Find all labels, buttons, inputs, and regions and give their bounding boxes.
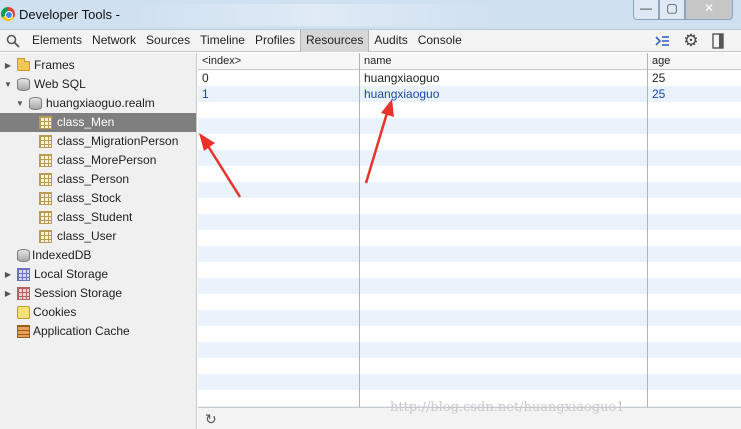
table-icon xyxy=(39,211,52,224)
sidebar-item-class-migrationperson[interactable]: class_MigrationPerson xyxy=(0,132,196,151)
expanded-triangle-icon[interactable]: ▼ xyxy=(3,75,13,94)
collapsed-triangle-icon[interactable]: ▶ xyxy=(3,265,13,284)
table-row[interactable]: 0 huangxiaoguo 25 xyxy=(198,70,741,86)
table-icon xyxy=(39,154,52,167)
panel-tabs: Elements Network Sources Timeline Profil… xyxy=(27,30,467,52)
sidebar-item-session-storage[interactable]: ▶ Session Storage xyxy=(0,284,196,303)
minimize-button[interactable]: — xyxy=(633,0,659,20)
sidebar-item-label: class_MorePerson xyxy=(57,153,157,167)
cookie-icon xyxy=(17,306,30,319)
sidebar-item-local-storage[interactable]: ▶ Local Storage xyxy=(0,265,196,284)
data-grid: <index> name age 0 huangxiaoguo 25 1 hua… xyxy=(198,53,741,407)
refresh-icon[interactable]: ↻ xyxy=(205,411,217,428)
table-icon xyxy=(39,135,52,148)
sidebar-item-class-student[interactable]: class_Student xyxy=(0,208,196,227)
local-storage-icon xyxy=(17,268,30,281)
cell-age: 25 xyxy=(652,87,666,101)
tab-console[interactable]: Console xyxy=(413,30,467,52)
title-bar: Developer Tools - — ▢ ✕ xyxy=(0,0,741,30)
sidebar-item-huangxiaoguo-realm[interactable]: ▼ huangxiaoguo.realm xyxy=(0,94,196,113)
minimize-icon: — xyxy=(640,1,652,15)
sidebar-item-label: class_User xyxy=(57,229,117,243)
sidebar-item-label: class_Person xyxy=(57,172,130,186)
sidebar-item-application-cache[interactable]: Application Cache xyxy=(0,322,196,341)
sidebar-item-label: class_MigrationPerson xyxy=(57,134,179,148)
search-icon[interactable] xyxy=(6,34,20,48)
maximize-icon: ▢ xyxy=(666,1,678,15)
expanded-triangle-icon[interactable]: ▼ xyxy=(15,94,25,113)
window-title: Developer Tools - xyxy=(19,7,120,22)
show-drawer-icon[interactable] xyxy=(654,33,670,49)
sidebar-item-class-user[interactable]: class_User xyxy=(0,227,196,246)
sidebar-item-label: Web SQL xyxy=(34,77,86,91)
database-icon xyxy=(17,78,30,91)
sidebar-item-label: IndexedDB xyxy=(32,248,92,262)
sidebar-item-label: Application Cache xyxy=(33,324,130,338)
tab-audits[interactable]: Audits xyxy=(369,30,412,52)
tab-timeline[interactable]: Timeline xyxy=(195,30,250,52)
cell-name: huangxiaoguo xyxy=(364,71,440,85)
sidebar-item-label: Cookies xyxy=(33,305,77,319)
tab-network[interactable]: Network xyxy=(87,30,141,52)
column-divider[interactable] xyxy=(647,53,648,407)
column-header-index[interactable]: <index> xyxy=(198,53,241,70)
table-icon xyxy=(39,173,52,186)
sidebar-item-class-stock[interactable]: class_Stock xyxy=(0,189,196,208)
dock-icon[interactable] xyxy=(712,33,724,49)
grid-header: <index> name age xyxy=(198,53,741,70)
collapsed-triangle-icon[interactable]: ▶ xyxy=(3,284,13,303)
close-icon: ✕ xyxy=(703,1,715,15)
sidebar-item-web-sql[interactable]: ▼ Web SQL xyxy=(0,75,196,94)
table-icon xyxy=(39,230,52,243)
column-header-name[interactable]: name xyxy=(360,53,392,70)
tab-sources[interactable]: Sources xyxy=(141,30,195,52)
resources-sidebar: ▶ Frames ▼ Web SQL ▼ huangxiaoguo.realm … xyxy=(0,53,197,429)
sidebar-item-class-men[interactable]: class_Men xyxy=(0,113,196,132)
column-header-age[interactable]: age xyxy=(648,53,670,70)
gear-icon[interactable]: ⚙ xyxy=(682,32,700,49)
tab-resources[interactable]: Resources xyxy=(300,30,370,52)
sidebar-item-label: class_Men xyxy=(57,115,115,129)
table-icon xyxy=(39,116,52,129)
table-icon xyxy=(39,192,52,205)
sidebar-item-label: huangxiaoguo.realm xyxy=(46,96,155,110)
tab-profiles[interactable]: Profiles xyxy=(250,30,300,52)
table-row[interactable]: 1 huangxiaoguo 25 xyxy=(198,86,741,102)
sidebar-item-class-moreperson[interactable]: class_MorePerson xyxy=(0,151,196,170)
devtools-toolbar: Elements Network Sources Timeline Profil… xyxy=(0,30,741,52)
tab-elements[interactable]: Elements xyxy=(27,30,87,52)
database-icon xyxy=(29,97,42,110)
cell-name: huangxiaoguo xyxy=(364,87,440,101)
sidebar-item-label: Local Storage xyxy=(34,267,109,281)
app-cache-icon xyxy=(17,325,30,338)
sidebar-item-label: class_Student xyxy=(57,210,133,224)
cell-index: 1 xyxy=(202,87,209,101)
watermark: http://blog.csdn.net/huangxiaoguo1 xyxy=(390,400,625,415)
sidebar-item-cookies[interactable]: Cookies xyxy=(0,303,196,322)
close-button[interactable]: ✕ xyxy=(685,0,733,20)
sidebar-item-frames[interactable]: ▶ Frames xyxy=(0,56,196,75)
sidebar-item-label: class_Stock xyxy=(57,191,122,205)
cell-index: 0 xyxy=(202,71,209,85)
cell-age: 25 xyxy=(652,71,666,85)
blurred-title-region xyxy=(130,4,500,26)
database-icon xyxy=(17,249,30,262)
column-divider[interactable] xyxy=(359,53,360,407)
grid-body[interactable]: 0 huangxiaoguo 25 1 huangxiaoguo 25 xyxy=(198,70,741,407)
maximize-button[interactable]: ▢ xyxy=(659,0,685,20)
sidebar-item-label: Frames xyxy=(34,58,75,72)
session-storage-icon xyxy=(17,287,30,300)
sidebar-item-class-person[interactable]: class_Person xyxy=(0,170,196,189)
sidebar-item-label: Session Storage xyxy=(34,286,123,300)
sidebar-item-indexeddb[interactable]: IndexedDB xyxy=(0,246,196,265)
chrome-icon xyxy=(1,7,15,21)
folder-icon xyxy=(17,58,30,71)
collapsed-triangle-icon[interactable]: ▶ xyxy=(3,56,13,75)
